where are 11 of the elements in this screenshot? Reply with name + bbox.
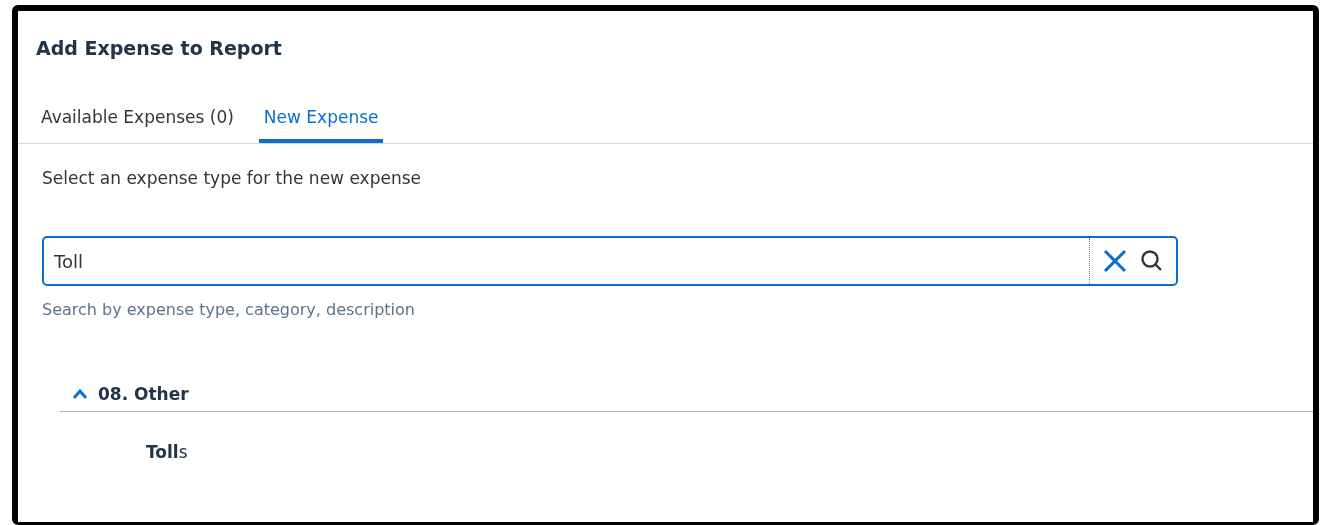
chevron-icon [72, 388, 88, 400]
search-icon[interactable] [1140, 249, 1164, 273]
clear-icon[interactable] [1102, 248, 1128, 274]
dialog-title: Add Expense to Report [35, 36, 283, 61]
instruction-text: Select an expense type for the new expense [42, 168, 422, 188]
group-header[interactable]: 08. Other [60, 377, 1313, 412]
tab[interactable]: New Expense [258, 101, 384, 143]
search-field[interactable]: Toll [42, 236, 1178, 286]
expense-type-item[interactable]: Tolls [42, 412, 1313, 462]
hint-text: Search by expense type, category, description [42, 300, 416, 319]
tab[interactable]: Available Expenses (0) [36, 101, 239, 143]
